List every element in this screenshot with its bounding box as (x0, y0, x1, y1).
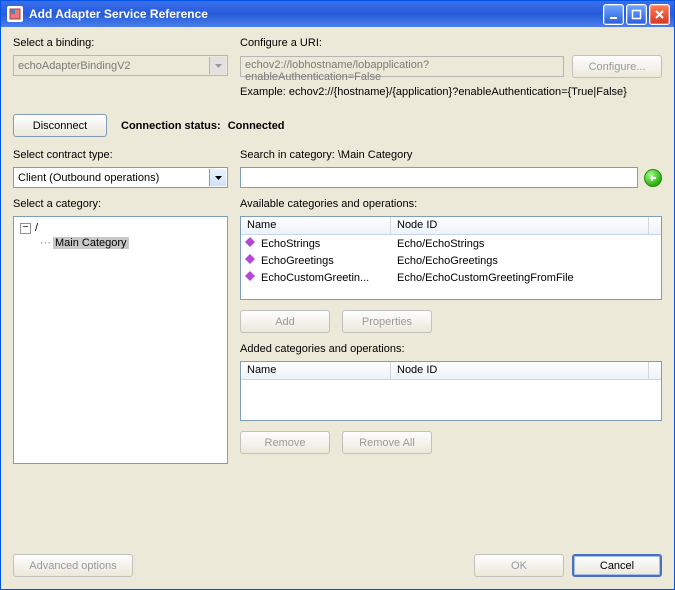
uri-example: Example: echov2://{hostname}/{applicatio… (240, 86, 662, 98)
connection-status-label: Connection status: (121, 120, 221, 132)
titlebar[interactable]: Add Adapter Service Reference (1, 1, 674, 27)
binding-label: Select a binding: (13, 37, 228, 49)
binding-value: echoAdapterBindingV2 (18, 60, 131, 72)
op-name: EchoStrings (255, 237, 391, 251)
collapse-icon[interactable]: − (20, 223, 31, 234)
chevron-down-icon[interactable] (209, 169, 226, 186)
added-label: Added categories and operations: (240, 343, 662, 355)
add-adapter-window: Add Adapter Service Reference Select a b… (0, 0, 675, 590)
category-tree[interactable]: − / ⋯ Main Category (13, 216, 228, 464)
op-node-id: Echo/EchoStrings (391, 237, 661, 251)
chevron-down-icon (209, 57, 226, 74)
add-button: Add (240, 310, 330, 333)
contract-label: Select contract type: (13, 149, 228, 161)
window-title: Add Adapter Service Reference (29, 7, 601, 21)
tree-item-main-category[interactable]: ⋯ Main Category (40, 235, 221, 250)
ok-button: OK (474, 554, 564, 577)
properties-button: Properties (342, 310, 432, 333)
col-node-id[interactable]: Node ID (391, 362, 649, 379)
close-button[interactable] (649, 4, 670, 25)
remove-button: Remove (240, 431, 330, 454)
maximize-button[interactable] (626, 4, 647, 25)
op-name: EchoGreetings (255, 254, 391, 268)
operation-icon (245, 254, 255, 264)
configure-button: Configure... (572, 55, 662, 78)
uri-value: echov2://lobhostname/lobapplication?enab… (245, 59, 429, 83)
remove-all-button: Remove All (342, 431, 432, 454)
contract-combo[interactable]: Client (Outbound operations) (13, 167, 228, 188)
cancel-button[interactable]: Cancel (572, 554, 662, 577)
col-name[interactable]: Name (241, 217, 391, 234)
app-icon (7, 6, 23, 22)
contract-value: Client (Outbound operations) (18, 172, 159, 184)
list-item[interactable]: EchoCustomGreetin...Echo/EchoCustomGreet… (241, 269, 661, 286)
search-input[interactable] (240, 167, 638, 188)
tree-root[interactable]: − / (20, 221, 221, 235)
advanced-options-button: Advanced options (13, 554, 133, 577)
op-node-id: Echo/EchoGreetings (391, 254, 661, 268)
op-name: EchoCustomGreetin... (255, 271, 391, 285)
list-item[interactable]: EchoStringsEcho/EchoStrings (241, 235, 661, 252)
op-node-id: Echo/EchoCustomGreetingFromFile (391, 271, 661, 285)
col-name[interactable]: Name (241, 362, 391, 379)
operation-icon (245, 237, 255, 247)
minimize-button[interactable] (603, 4, 624, 25)
binding-combo: echoAdapterBindingV2 (13, 55, 228, 76)
tree-connector-icon: ⋯ (40, 236, 49, 249)
uri-input: echov2://lobhostname/lobapplication?enab… (240, 56, 564, 77)
col-node-id[interactable]: Node ID (391, 217, 649, 234)
operation-icon (245, 271, 255, 281)
available-list[interactable]: Name Node ID EchoStringsEcho/EchoStrings… (240, 216, 662, 300)
list-item[interactable]: EchoGreetingsEcho/EchoGreetings (241, 252, 661, 269)
added-list[interactable]: Name Node ID (240, 361, 662, 421)
category-label: Select a category: (13, 198, 228, 210)
available-label: Available categories and operations: (240, 198, 662, 210)
disconnect-button[interactable]: Disconnect (13, 114, 107, 137)
uri-label: Configure a URI: (240, 37, 662, 49)
connection-status-value: Connected (228, 120, 285, 132)
go-icon[interactable] (644, 169, 662, 187)
search-label: Search in category: \Main Category (240, 149, 662, 161)
